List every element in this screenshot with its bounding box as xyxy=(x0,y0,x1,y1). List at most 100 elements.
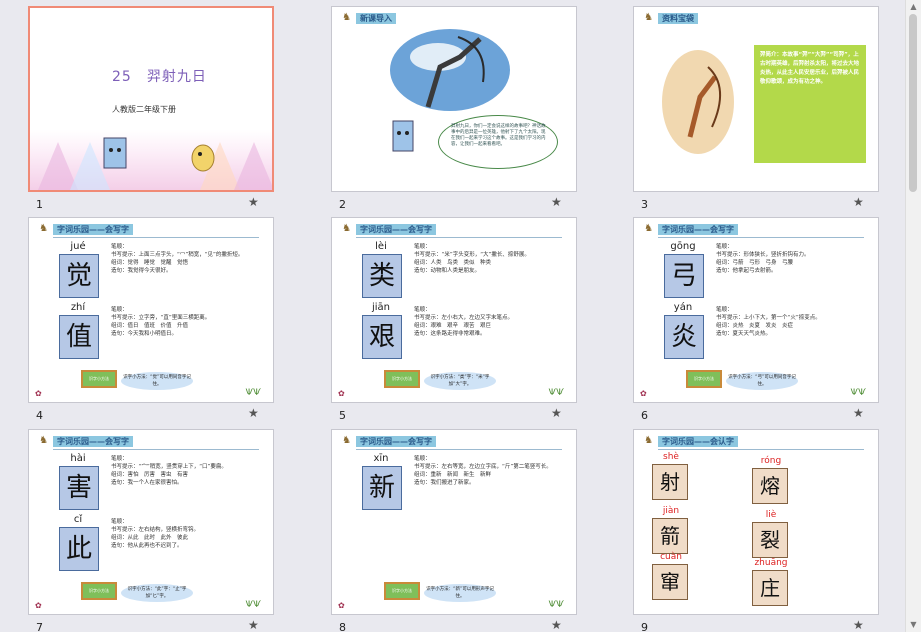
slide-1[interactable]: 25 羿射九日 人教版二年级下册 xyxy=(28,6,274,192)
stroke-order-label: 笔顺： xyxy=(111,456,128,462)
char-notes: 笔顺： 书写提示：上小下大，第一个“火”捺变点。 组词：炎热 炎夏 发炎 炎症 … xyxy=(716,306,872,338)
star-icon[interactable]: ★ xyxy=(248,195,259,209)
star-icon[interactable]: ★ xyxy=(248,618,259,632)
slide-3[interactable]: ♞ 资料宝袋 羿简介：本故事“羿”“大羿”“司羿”，上古时期英雄，后羿射杀太阳，… xyxy=(633,6,879,192)
slide-number: 4 xyxy=(36,409,43,422)
info-box: 羿简介：本故事“羿”“大羿”“司羿”，上古时期英雄，后羿射杀太阳，将过去大地炎热… xyxy=(754,45,866,163)
word-examples: 组词：艰难 艰辛 艰苦 艰巨 xyxy=(414,323,492,329)
writing-tip: 书写提示：左小右大，左边又字末笔点。 xyxy=(414,315,514,321)
pinyin: lèi xyxy=(375,241,387,252)
slide-header: 字词乐园——会写字 xyxy=(356,224,436,235)
star-icon[interactable]: ★ xyxy=(853,618,864,632)
writing-tip: 书写提示：形体狭长，竖折折钩有力。 xyxy=(716,252,810,258)
hanzi-card: 此 xyxy=(59,527,99,571)
star-icon[interactable]: ★ xyxy=(551,406,562,420)
slide-thumbnail-2[interactable]: ♞ 新课导入 羿射九日，你们一定会说这样的故事吧？神话故事中的后羿是一位英雄，他… xyxy=(331,6,577,216)
slide-number: 8 xyxy=(339,621,346,632)
pinyin: shè xyxy=(663,452,679,462)
star-icon[interactable]: ★ xyxy=(551,618,562,632)
word-examples: 组词：炎热 炎夏 发炎 炎症 xyxy=(716,323,794,329)
slide-thumbnail-1[interactable]: 25 羿射九日 人教版二年级下册 1 ★ xyxy=(28,6,274,216)
scrollbar-thumb[interactable] xyxy=(909,14,917,192)
archer-statue-image xyxy=(390,29,510,111)
slide-thumbnail-8[interactable]: ♞ 字词乐园——会写字 xīn 新 笔顺： 书写提示：左右等宽，左边立字底，“斤… xyxy=(331,429,577,632)
slide-6[interactable]: ♞ 字词乐园——会写字 gōng 弓 笔顺： 书写提示：形体狭长，竖折折钩有力。… xyxy=(633,217,879,403)
char-notes: 笔顺： 书写提示：左小右大，左边又字末笔点。 组词：艰难 艰辛 艰苦 艰巨 造句… xyxy=(414,306,570,338)
hanzi-card: 裂 xyxy=(752,522,788,558)
word-examples: 组词：人类 鸟类 类似 种类 xyxy=(414,260,492,266)
char-notes: 笔顺： 书写提示：立字旁，“直”里面三横距离。 组词：值日 值班 价值 升值 造… xyxy=(111,306,267,338)
pinyin: liè xyxy=(765,510,777,520)
deer-icon: ♞ xyxy=(342,223,351,234)
scroll-up-icon[interactable]: ▲ xyxy=(906,0,921,14)
slide-subtitle: 人教版二年级下册 xyxy=(112,105,176,114)
slide-thumbnail-3[interactable]: ♞ 资料宝袋 羿简介：本故事“羿”“大羿”“司羿”，上古时期英雄，后羿射杀太阳，… xyxy=(633,6,879,216)
star-icon[interactable]: ★ xyxy=(853,406,864,420)
bird-character-icon xyxy=(191,144,215,172)
deer-icon: ♞ xyxy=(342,435,351,446)
char-notes: 笔顺： 书写提示：“宀”稍宽，竖贯穿上下，“口”要扁。 组词：害怕 厉害 害虫 … xyxy=(111,455,267,487)
hanzi-card: 窜 xyxy=(652,564,688,600)
writing-tip: 书写提示：上面三点字头，“冖”稍宽，“见”的撇折短。 xyxy=(111,252,244,258)
hanzi-card: 艰 xyxy=(362,315,402,359)
star-icon[interactable]: ★ xyxy=(853,195,864,209)
tip-cloud: 识字小方法：“弓”可以用同音字记住。 xyxy=(726,372,798,390)
pinyin: róng xyxy=(760,456,782,466)
book-character-icon xyxy=(392,120,414,152)
stroke-order-label: 笔顺： xyxy=(716,307,733,313)
slide-thumbnail-4[interactable]: ♞ 字词乐园——会写字 jué 觉 笔顺： 书写提示：上面三点字头，“冖”稍宽，… xyxy=(28,217,274,427)
sentence-example: 造句：这条路走得非常艰难。 xyxy=(414,331,486,337)
deer-icon: ♞ xyxy=(644,435,653,446)
deer-icon: ♞ xyxy=(342,12,351,23)
hanzi-card: 值 xyxy=(59,315,99,359)
slide-header: 字词乐园——会写字 xyxy=(658,224,738,235)
ladybug-icon: ✿ xyxy=(35,389,42,398)
tip-cloud: 识字小方法：“此”字：“止”字加“匕”字。 xyxy=(121,584,193,602)
slide-9[interactable]: ♞ 字词乐园——会认字 shè 射 róng 熔 jiàn 箭 liè 裂 cu… xyxy=(633,429,879,615)
slide-sorter-grid: 25 羿射九日 人教版二年级下册 1 ★ ♞ 新课导入 羿射九日，你们一定会说这… xyxy=(0,0,906,632)
slide-thumbnail-9[interactable]: ♞ 字词乐园——会认字 shè 射 róng 熔 jiàn 箭 liè 裂 cu… xyxy=(633,429,879,632)
slide-number: 6 xyxy=(641,409,648,422)
slide-5[interactable]: ♞ 字词乐园——会写字 lèi 类 笔顺： 书写提示：“米”字头变形，“大”撇长… xyxy=(331,217,577,403)
stroke-order-label: 笔顺： xyxy=(111,307,128,313)
slide-8[interactable]: ♞ 字词乐园——会写字 xīn 新 笔顺： 书写提示：左右等宽，左边立字底，“斤… xyxy=(331,429,577,615)
slide-thumbnail-5[interactable]: ♞ 字词乐园——会写字 lèi 类 笔顺： 书写提示：“米”字头变形，“大”撇长… xyxy=(331,217,577,427)
deer-icon: ♞ xyxy=(644,223,653,234)
hanzi-card: 类 xyxy=(362,254,402,298)
vertical-scrollbar[interactable]: ▲ ▼ xyxy=(905,0,921,632)
slide-thumbnail-6[interactable]: ♞ 字词乐园——会写字 gōng 弓 笔顺： 书写提示：形体狭长，竖折折钩有力。… xyxy=(633,217,879,427)
slide-header: 字词乐园——会写字 xyxy=(53,436,133,447)
pinyin: hài xyxy=(70,453,86,464)
deer-icon: ♞ xyxy=(39,435,48,446)
tip-cloud: 识字小方法：“类”字：“米”字加“大”字。 xyxy=(424,372,496,390)
slide-number: 5 xyxy=(339,409,346,422)
info-text: 羿简介：本故事“羿”“大羿”“司羿”，上古时期英雄，后羿射杀太阳，将过去大地炎热… xyxy=(760,52,860,85)
slide-7[interactable]: ♞ 字词乐园——会写字 hài 害 笔顺： 书写提示：“宀”稍宽，竖贯穿上下，“… xyxy=(28,429,274,615)
ladybug-icon: ✿ xyxy=(35,601,42,610)
method-sign: 识字小方法 xyxy=(384,370,420,388)
slide-thumbnail-7[interactable]: ♞ 字词乐园——会写字 hài 害 笔顺： 书写提示：“宀”稍宽，竖贯穿上下，“… xyxy=(28,429,274,632)
writing-tip: 书写提示：“米”字头变形，“大”撇长、捺舒展。 xyxy=(414,252,530,258)
grass-icon: ѰѰ xyxy=(245,388,261,398)
hanzi-card: 弓 xyxy=(664,254,704,298)
scroll-down-icon[interactable]: ▼ xyxy=(906,618,921,632)
tip-cloud: 识字小方法：“觉”可以用同音字记住。 xyxy=(121,372,193,390)
pinyin: jué xyxy=(70,241,86,252)
hanzi-card: 觉 xyxy=(59,254,99,298)
method-sign: 识字小方法 xyxy=(686,370,722,388)
char-notes: 笔顺： 书写提示：“米”字头变形，“大”撇长、捺舒展。 组词：人类 鸟类 类似 … xyxy=(414,243,570,275)
sentence-example: 造句：动物和人类是朋友。 xyxy=(414,268,481,274)
hanzi-card: 射 xyxy=(652,464,688,500)
sentence-example: 造句：他从此再也不迟到了。 xyxy=(111,543,183,549)
char-notes: 笔顺： 书写提示：上面三点字头，“冖”稍宽，“见”的撇折短。 组词：觉得 睡觉 … xyxy=(111,243,267,275)
grass-icon: ѰѰ xyxy=(548,600,564,610)
slide-4[interactable]: ♞ 字词乐园——会写字 jué 觉 笔顺： 书写提示：上面三点字头，“冖”稍宽，… xyxy=(28,217,274,403)
char-notes: 笔顺： 书写提示：形体狭长，竖折折钩有力。 组词：弓箭 弓形 弓身 弓腰 造句：… xyxy=(716,243,872,275)
slide-2[interactable]: ♞ 新课导入 羿射九日，你们一定会说这样的故事吧？神话故事中的后羿是一位英雄，他… xyxy=(331,6,577,192)
pinyin: zhuāng xyxy=(754,558,788,568)
star-icon[interactable]: ★ xyxy=(248,406,259,420)
star-icon[interactable]: ★ xyxy=(551,195,562,209)
pinyin: gōng xyxy=(670,241,696,252)
stroke-order-label: 笔顺： xyxy=(111,244,128,250)
pinyin: cuàn xyxy=(660,552,682,562)
